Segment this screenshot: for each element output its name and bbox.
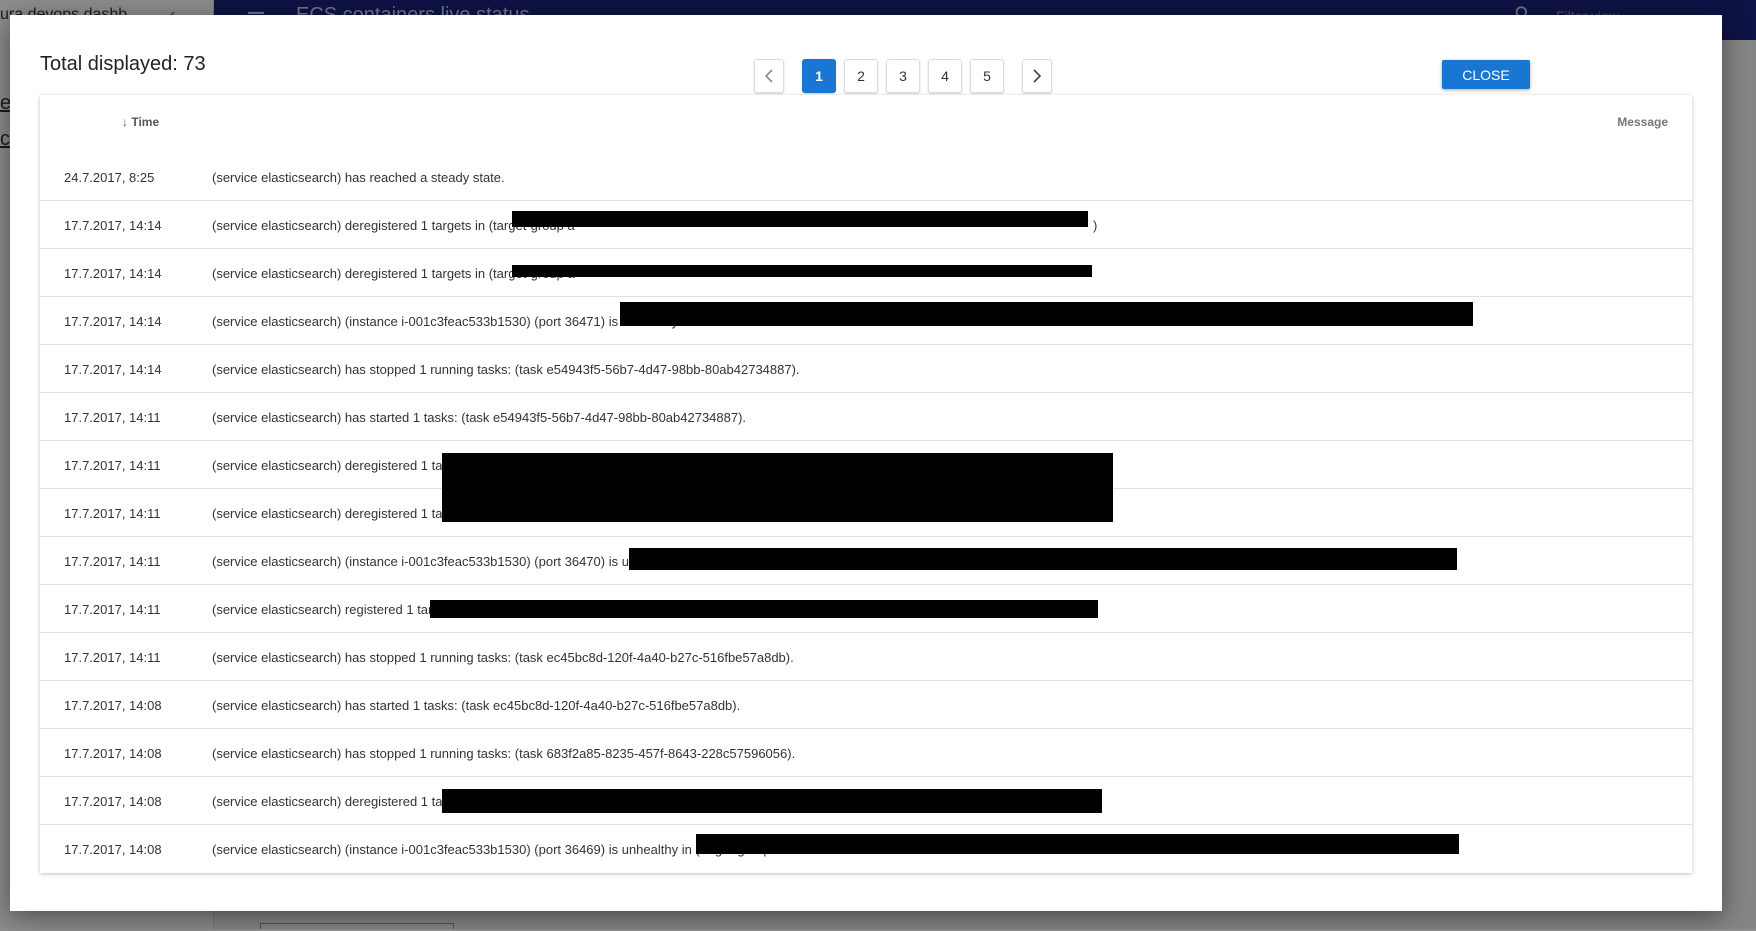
row-message: (service elasticsearch) (instance i-001c…: [212, 842, 771, 857]
row-message: (service elasticsearch) (instance i-001c…: [212, 554, 700, 569]
table-row[interactable]: 17.7.2017, 14:08 (service elasticsearch) …: [40, 825, 1692, 873]
table-row[interactable]: 17.7.2017, 14:11 (service elasticsearch) …: [40, 441, 1692, 491]
row-time: 24.7.2017, 8:25: [64, 170, 155, 185]
redaction-box: [430, 600, 1098, 618]
column-header-time-label: Time: [131, 115, 160, 129]
events-dialog: Total displayed: 73 12345 CLOSE ↓ Time M…: [10, 15, 1722, 911]
page-button[interactable]: 5: [970, 59, 1004, 93]
redaction-box: [442, 789, 1102, 813]
events-table: ↓ Time Message 24.7.2017, 8:25 (service e…: [40, 95, 1692, 873]
row-message: (service elasticsearch) has stopped 1 ru…: [212, 362, 800, 377]
row-time: 17.7.2017, 14:14: [64, 314, 162, 329]
redaction-box: [512, 211, 1088, 227]
row-message: (service elasticsearch) has stopped 1 ru…: [212, 746, 796, 761]
redaction-box: [696, 834, 1459, 854]
table-row[interactable]: 24.7.2017, 8:25 (service elasticsearch) h…: [40, 153, 1692, 201]
table-row[interactable]: 17.7.2017, 14:11 (service elasticsearch) …: [40, 585, 1692, 633]
page-button[interactable]: 1: [802, 59, 836, 93]
redaction-box: [629, 548, 1457, 570]
redaction-box: [620, 302, 1473, 326]
redaction-box: [512, 265, 1092, 277]
row-time: 17.7.2017, 14:11: [64, 458, 161, 473]
row-message: (service elasticsearch) has started 1 ta…: [212, 698, 741, 713]
close-button[interactable]: CLOSE: [1442, 60, 1530, 89]
column-header-message[interactable]: Message: [1617, 115, 1668, 129]
table-header: ↓ Time Message: [40, 95, 1692, 153]
table-row[interactable]: 17.7.2017, 14:14 (service elasticsearch) …: [40, 201, 1692, 249]
row-time: 17.7.2017, 14:14: [64, 218, 162, 233]
total-displayed-label: Total displayed: 73: [40, 53, 206, 75]
chevron-left-icon[interactable]: [754, 59, 784, 93]
row-time: 17.7.2017, 14:11: [64, 506, 161, 521]
table-row[interactable]: 17.7.2017, 14:14 (service elasticsearch) …: [40, 297, 1692, 345]
page-button[interactable]: 4: [928, 59, 962, 93]
row-time: 17.7.2017, 14:14: [64, 362, 162, 377]
row-time: 17.7.2017, 14:14: [64, 266, 162, 281]
page-buttons: 12345: [802, 59, 1004, 93]
redaction-box: [442, 489, 1113, 522]
pagination: 12345: [754, 59, 1052, 93]
table-row[interactable]: 17.7.2017, 14:11 (service elasticsearch) …: [40, 489, 1692, 537]
table-row[interactable]: 17.7.2017, 14:11 (service elasticsearch) …: [40, 633, 1692, 681]
row-message: (service elasticsearch) has stopped 1 ru…: [212, 650, 794, 665]
row-time: 17.7.2017, 14:11: [64, 650, 161, 665]
table-body: 24.7.2017, 8:25 (service elasticsearch) h…: [40, 153, 1692, 873]
row-time: 17.7.2017, 14:11: [64, 554, 161, 569]
arrow-down-icon: ↓: [122, 115, 128, 129]
table-row[interactable]: 17.7.2017, 14:11 (service elasticsearch) …: [40, 393, 1692, 441]
table-row[interactable]: 17.7.2017, 14:08 (service elasticsearch) …: [40, 681, 1692, 729]
page-button[interactable]: 3: [886, 59, 920, 93]
page-button[interactable]: 2: [844, 59, 878, 93]
row-time: 17.7.2017, 14:11: [64, 410, 161, 425]
row-time: 17.7.2017, 14:11: [64, 602, 161, 617]
row-time: 17.7.2017, 14:08: [64, 794, 162, 809]
row-message: (service elasticsearch) has reached a st…: [212, 170, 505, 185]
row-message: (service elasticsearch) has started 1 ta…: [212, 410, 747, 425]
column-header-time[interactable]: ↓ Time: [122, 115, 159, 129]
table-row[interactable]: 17.7.2017, 14:08 (service elasticsearch) …: [40, 729, 1692, 777]
row-time: 17.7.2017, 14:08: [64, 746, 162, 761]
row-message-suffix: ): [1093, 218, 1098, 233]
row-time: 17.7.2017, 14:08: [64, 698, 162, 713]
table-row[interactable]: 17.7.2017, 14:14 (service elasticsearch) …: [40, 249, 1692, 297]
table-row[interactable]: 17.7.2017, 14:11 (service elasticsearch) …: [40, 537, 1692, 585]
row-time: 17.7.2017, 14:08: [64, 842, 162, 857]
table-row[interactable]: 17.7.2017, 14:14 (service elasticsearch) …: [40, 345, 1692, 393]
table-row[interactable]: 17.7.2017, 14:08 (service elasticsearch) …: [40, 777, 1692, 825]
chevron-right-icon[interactable]: [1022, 59, 1052, 93]
redaction-box: [442, 453, 1113, 491]
